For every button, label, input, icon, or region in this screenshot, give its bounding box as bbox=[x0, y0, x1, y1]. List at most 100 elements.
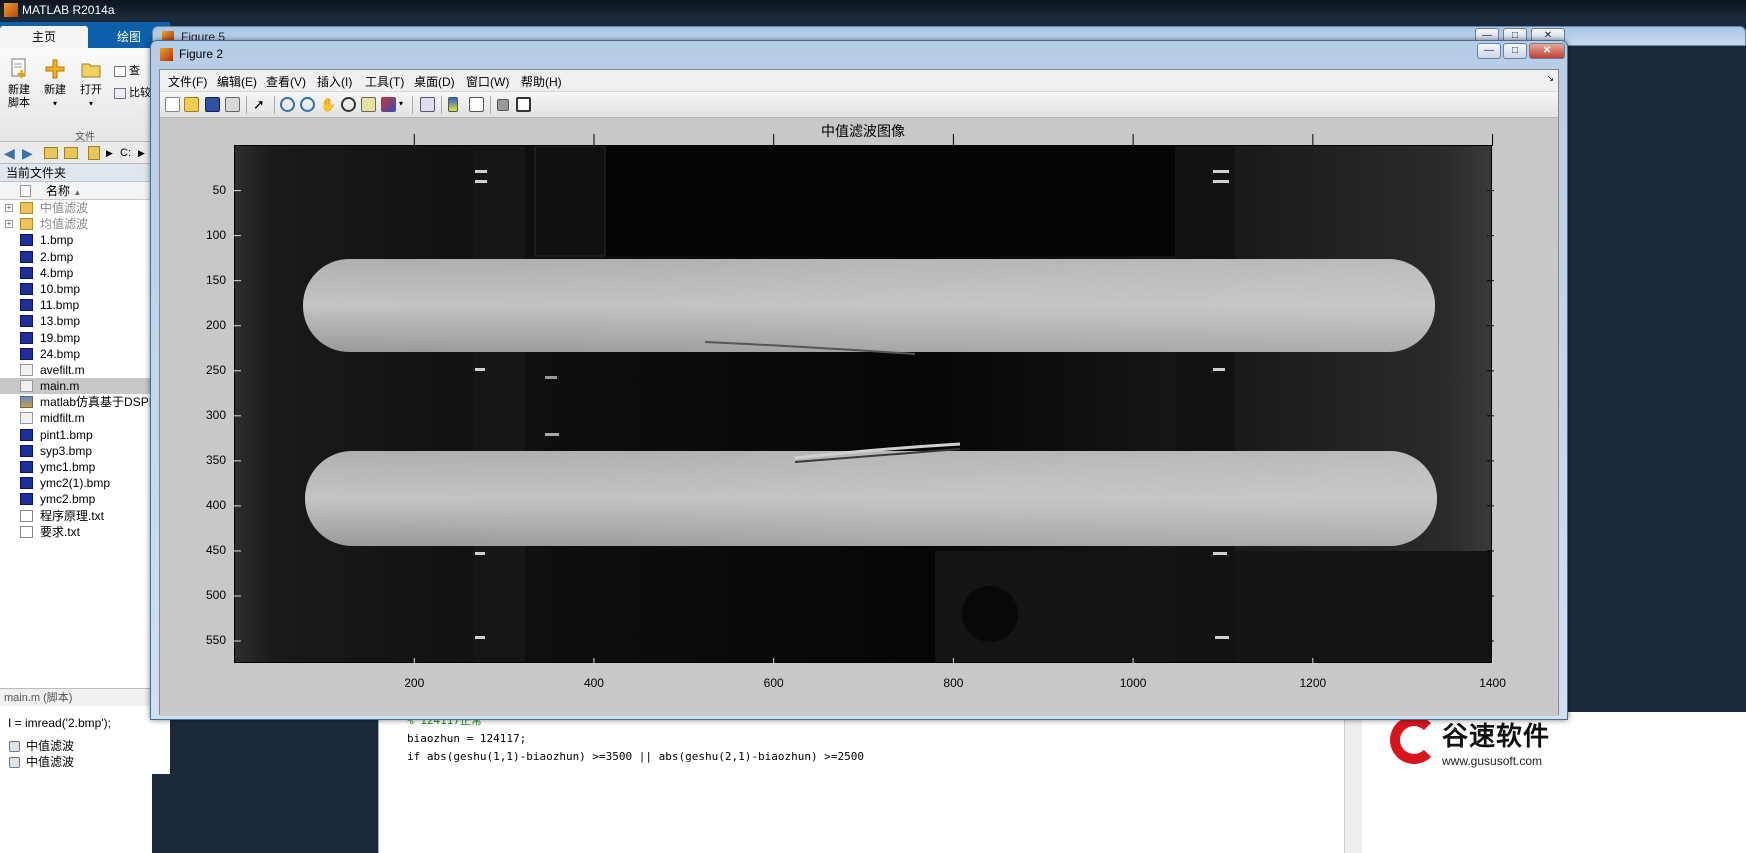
figure-icon bbox=[9, 757, 20, 768]
file-name: ymc2(1).bmp bbox=[40, 476, 111, 491]
current-folder-panel: 当前文件夹 名称 ▲ + 中值滤波 + 均值滤波 1.bmp 2.bmp 4.bmp 10.b… bbox=[0, 164, 170, 774]
toolbar-separator bbox=[441, 96, 442, 114]
compare-button[interactable]: 比较 bbox=[114, 84, 151, 100]
file-list-item[interactable]: 程序原理.txt bbox=[0, 508, 170, 524]
bmp-file-icon bbox=[20, 315, 33, 328]
legend-icon[interactable] bbox=[469, 97, 484, 112]
file-list-item[interactable]: 24.bmp bbox=[0, 346, 170, 362]
folder-icon bbox=[20, 218, 33, 231]
print-icon[interactable] bbox=[225, 97, 240, 112]
file-list-item[interactable]: pint1.bmp bbox=[0, 427, 170, 443]
path-segment-c[interactable]: C: bbox=[120, 142, 131, 164]
back-arrow-icon[interactable]: ◀ bbox=[4, 142, 15, 164]
new-button[interactable]: 新建 ▾ bbox=[38, 58, 72, 110]
new-script-button[interactable]: ✚ 新建 脚本 bbox=[2, 58, 36, 110]
expand-folder-icon[interactable]: + bbox=[5, 204, 13, 212]
zoom-in-icon[interactable] bbox=[280, 97, 295, 112]
file-list-item[interactable]: matlab仿真基于DSP的 bbox=[0, 394, 170, 410]
svg-text:✚: ✚ bbox=[17, 68, 26, 80]
file-list-item[interactable]: ymc2.bmp bbox=[0, 491, 170, 507]
current-folder-title: 当前文件夹 bbox=[0, 164, 170, 182]
name-column-header[interactable]: 名称 ▲ bbox=[0, 182, 170, 200]
file-list-item[interactable]: 11.bmp bbox=[0, 297, 170, 313]
edit-plot-cursor-icon[interactable]: ➚ bbox=[253, 97, 268, 112]
file-name: 1.bmp bbox=[40, 233, 74, 248]
workspace-item[interactable]: 中值滤波 bbox=[0, 754, 152, 770]
tab-home[interactable]: 主页 bbox=[0, 26, 88, 48]
zoom-out-icon[interactable] bbox=[300, 97, 315, 112]
open-file-icon[interactable] bbox=[184, 97, 199, 112]
bmp-file-icon bbox=[20, 331, 33, 344]
up-folder-icon[interactable] bbox=[44, 147, 58, 159]
open-button[interactable]: 打开 ▾ bbox=[74, 58, 108, 110]
find-files-button[interactable]: 查 bbox=[114, 62, 140, 78]
dock-arrow-icon[interactable]: ↘ bbox=[1546, 73, 1554, 84]
figure2-maximize-button[interactable]: □ bbox=[1503, 43, 1527, 59]
file-list-item[interactable]: 4.bmp bbox=[0, 265, 170, 281]
brush-icon[interactable] bbox=[381, 97, 396, 112]
file-list-item[interactable]: 1.bmp bbox=[0, 232, 170, 248]
expand-folder-icon[interactable]: + bbox=[5, 220, 13, 229]
file-list-item[interactable]: 10.bmp bbox=[0, 281, 170, 297]
watermark-logo-icon bbox=[1390, 716, 1438, 764]
save-icon[interactable] bbox=[205, 97, 220, 112]
new-figure-icon[interactable] bbox=[165, 97, 180, 112]
file-list-item[interactable]: syp3.bmp bbox=[0, 443, 170, 459]
workspace-item-label: 中值滤波 bbox=[26, 739, 75, 753]
figure2-close-button[interactable]: ✕ bbox=[1529, 43, 1565, 59]
y-tick-label: 500 bbox=[205, 587, 226, 602]
browse-folder-icon[interactable] bbox=[64, 147, 78, 159]
data-cursor-icon[interactable] bbox=[361, 97, 376, 112]
file-list-item[interactable]: + 均值滤波 bbox=[0, 216, 170, 232]
compare-label: 比较 bbox=[129, 87, 152, 99]
file-name: 11.bmp bbox=[40, 298, 80, 313]
file-list-item[interactable]: 2.bmp bbox=[0, 249, 170, 265]
bmp-file-icon bbox=[20, 250, 33, 263]
file-list-item[interactable]: + 中值滤波 bbox=[0, 200, 170, 216]
file-list-item[interactable]: 19.bmp bbox=[0, 330, 170, 346]
workspace-item[interactable]: 中值滤波 bbox=[0, 738, 152, 754]
file-name: matlab仿真基于DSP的 bbox=[40, 395, 161, 410]
m-file-icon bbox=[20, 363, 33, 376]
file-name: midfilt.m bbox=[40, 411, 85, 426]
menu-insert[interactable]: 插入(I) bbox=[317, 73, 352, 90]
editor-scrollbar[interactable] bbox=[1344, 712, 1362, 853]
file-list-item[interactable]: midfilt.m bbox=[0, 410, 170, 426]
show-plot-tools-icon[interactable] bbox=[516, 97, 531, 112]
file-list-item[interactable]: avefilt.m bbox=[0, 362, 170, 378]
image-rail bbox=[473, 146, 525, 662]
menu-help[interactable]: 帮助(H) bbox=[521, 73, 562, 90]
menu-file[interactable]: 文件(F) bbox=[168, 73, 207, 90]
file-name: 19.bmp bbox=[40, 330, 81, 345]
file-list-item[interactable]: 13.bmp bbox=[0, 313, 170, 329]
link-plot-icon[interactable] bbox=[420, 97, 435, 112]
menu-view[interactable]: 查看(V) bbox=[266, 73, 306, 90]
pan-hand-icon[interactable]: ✋ bbox=[320, 97, 336, 112]
figure2-minimize-button[interactable]: — bbox=[1477, 43, 1501, 59]
file-list-item[interactable]: main.m bbox=[0, 378, 170, 395]
brush-dropdown-arrow-icon[interactable]: ▾ bbox=[399, 99, 403, 108]
hide-plot-tools-icon[interactable] bbox=[497, 99, 509, 111]
menu-window[interactable]: 窗口(W) bbox=[466, 73, 509, 90]
editor-panel[interactable]: % 124117正常 biaozhun = 124117; if abs(ges… bbox=[378, 712, 1358, 853]
menu-edit[interactable]: 编辑(E) bbox=[217, 73, 257, 90]
axes-image[interactable] bbox=[234, 145, 1492, 663]
bmp-file-icon bbox=[20, 234, 33, 247]
file-list-item[interactable]: ymc1.bmp bbox=[0, 459, 170, 475]
rotate-3d-icon[interactable] bbox=[341, 97, 356, 112]
file-list-item[interactable]: ymc2(1).bmp bbox=[0, 475, 170, 491]
watermark-text: 谷速软件 bbox=[1442, 722, 1551, 752]
colorbar-icon[interactable] bbox=[448, 97, 458, 112]
figure2-titlebar[interactable]: Figure 2 — □ ✕ bbox=[151, 41, 1567, 69]
file-list-item[interactable]: 要求.txt bbox=[0, 524, 170, 540]
editor-line: if abs(geshu(1,1)-biaozhun) >=3500 || ab… bbox=[407, 750, 864, 763]
plus-icon bbox=[45, 59, 65, 79]
x-tick-label: 600 bbox=[763, 676, 784, 690]
file-name: 中值滤波 bbox=[40, 201, 89, 215]
file-name: syp3.bmp bbox=[40, 443, 93, 458]
y-tick-label: 50 bbox=[212, 182, 226, 197]
forward-arrow-icon[interactable]: ▶ bbox=[22, 142, 33, 164]
workspace-panel: 中值滤波 中值滤波 bbox=[0, 738, 152, 853]
menu-tools[interactable]: 工具(T) bbox=[365, 73, 404, 90]
menu-desktop[interactable]: 桌面(D) bbox=[414, 73, 455, 90]
